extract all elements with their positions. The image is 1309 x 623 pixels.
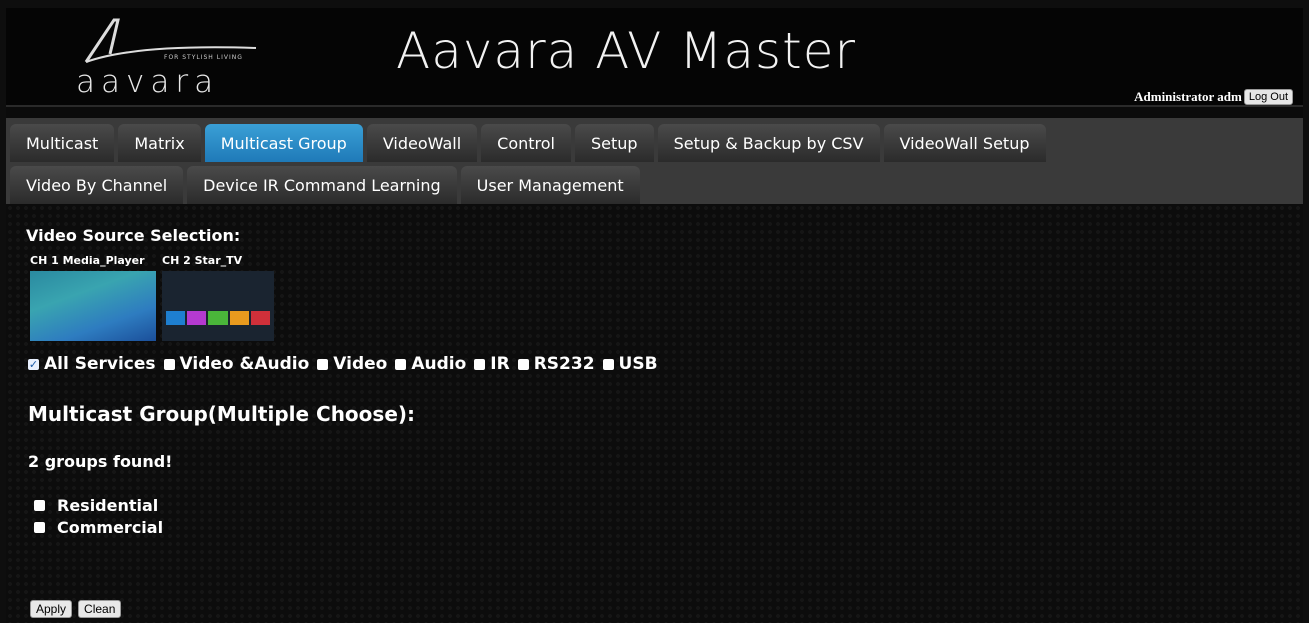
service-label: IR (490, 354, 510, 374)
service-all[interactable]: ✓ All Services (28, 354, 156, 374)
channel-preview-image[interactable] (162, 271, 274, 341)
tab-videowall[interactable]: VideoWall (366, 124, 478, 162)
checkbox-icon[interactable] (34, 521, 45, 533)
tab-device-ir-learning[interactable]: Device IR Command Learning (187, 166, 457, 204)
tab-bar: Multicast Matrix Multicast Group VideoWa… (6, 118, 1303, 204)
service-label: Video &Audio (179, 354, 310, 374)
group-label: Commercial (57, 517, 164, 537)
tab-multicast[interactable]: Multicast (10, 124, 115, 162)
main-content: Video Source Selection: CH 1 Media_Playe… (6, 204, 1303, 623)
channel-thumb-2[interactable]: CH 2 Star_TV (162, 254, 274, 341)
service-ir[interactable]: IR (474, 354, 510, 374)
service-label: USB (618, 354, 658, 374)
logo-text: aavara (76, 64, 220, 100)
tab-user-management[interactable]: User Management (460, 166, 640, 204)
clean-button[interactable]: Clean (78, 600, 122, 618)
logo: FOR STYLISH LIVING aavara (66, 14, 266, 100)
apply-button[interactable]: Apply (30, 600, 73, 618)
channel-label: CH 1 Media_Player (30, 254, 145, 267)
checkbox-icon[interactable] (34, 499, 45, 511)
video-source-label: Video Source Selection: (26, 226, 241, 245)
tab-control[interactable]: Control (481, 124, 571, 162)
app-frame: FOR STYLISH LIVING aavara Aavara AV Mast… (6, 8, 1303, 623)
tab-multicast-group[interactable]: Multicast Group (204, 124, 363, 162)
tab-videowall-setup[interactable]: VideoWall Setup (883, 124, 1046, 162)
header: FOR STYLISH LIVING aavara Aavara AV Mast… (6, 8, 1303, 107)
logout-button[interactable]: Log Out (1243, 89, 1293, 105)
channel-thumb-1[interactable]: CH 1 Media_Player (30, 254, 156, 341)
channel-thumbnails: CH 1 Media_Player CH 2 Star_TV (30, 254, 274, 341)
groups-found-status: 2 groups found! (28, 452, 173, 471)
service-video-audio[interactable]: Video &Audio (163, 354, 310, 374)
tab-row-1: Multicast Matrix Multicast Group VideoWa… (10, 124, 1046, 162)
channel-preview-image[interactable] (30, 271, 156, 341)
service-rs232[interactable]: RS232 (517, 354, 595, 374)
checkbox-checked-icon[interactable]: ✓ (28, 358, 39, 370)
page-title: Aavara AV Master (396, 22, 857, 80)
checkbox-icon[interactable] (474, 358, 486, 370)
group-item-residential[interactable]: Residential (34, 494, 163, 516)
service-audio[interactable]: Audio (395, 354, 466, 374)
group-list: Residential Commercial (34, 494, 163, 538)
checkbox-icon[interactable] (395, 358, 407, 370)
tab-row-2: Video By Channel Device IR Command Learn… (10, 166, 640, 204)
user-info: Administrator adm Log Out (1134, 89, 1293, 105)
service-label: Audio (411, 354, 467, 374)
multicast-group-title: Multicast Group(Multiple Choose): (28, 402, 416, 426)
tab-matrix[interactable]: Matrix (118, 124, 201, 162)
logo-tagline: FOR STYLISH LIVING (164, 54, 243, 61)
checkbox-icon[interactable] (163, 358, 175, 370)
service-label: RS232 (533, 354, 595, 374)
admin-label: Administrator adm (1134, 89, 1242, 104)
group-item-commercial[interactable]: Commercial (34, 516, 163, 538)
preview-app-tiles (166, 311, 271, 325)
service-usb[interactable]: USB (602, 354, 658, 374)
group-label: Residential (57, 495, 159, 515)
service-label: All Services (44, 354, 156, 374)
channel-label: CH 2 Star_TV (162, 254, 243, 267)
checkbox-icon[interactable] (317, 358, 329, 370)
service-filter: ✓ All Services Video &Audio Video Audio … (28, 354, 658, 374)
checkbox-icon[interactable] (517, 358, 529, 370)
checkbox-icon[interactable] (602, 358, 614, 370)
action-buttons: Apply Clean (30, 600, 122, 618)
tab-setup[interactable]: Setup (575, 124, 654, 162)
service-label: Video (333, 354, 388, 374)
tab-video-by-channel[interactable]: Video By Channel (10, 166, 184, 204)
service-video[interactable]: Video (317, 354, 387, 374)
tab-setup-backup-csv[interactable]: Setup & Backup by CSV (657, 124, 880, 162)
